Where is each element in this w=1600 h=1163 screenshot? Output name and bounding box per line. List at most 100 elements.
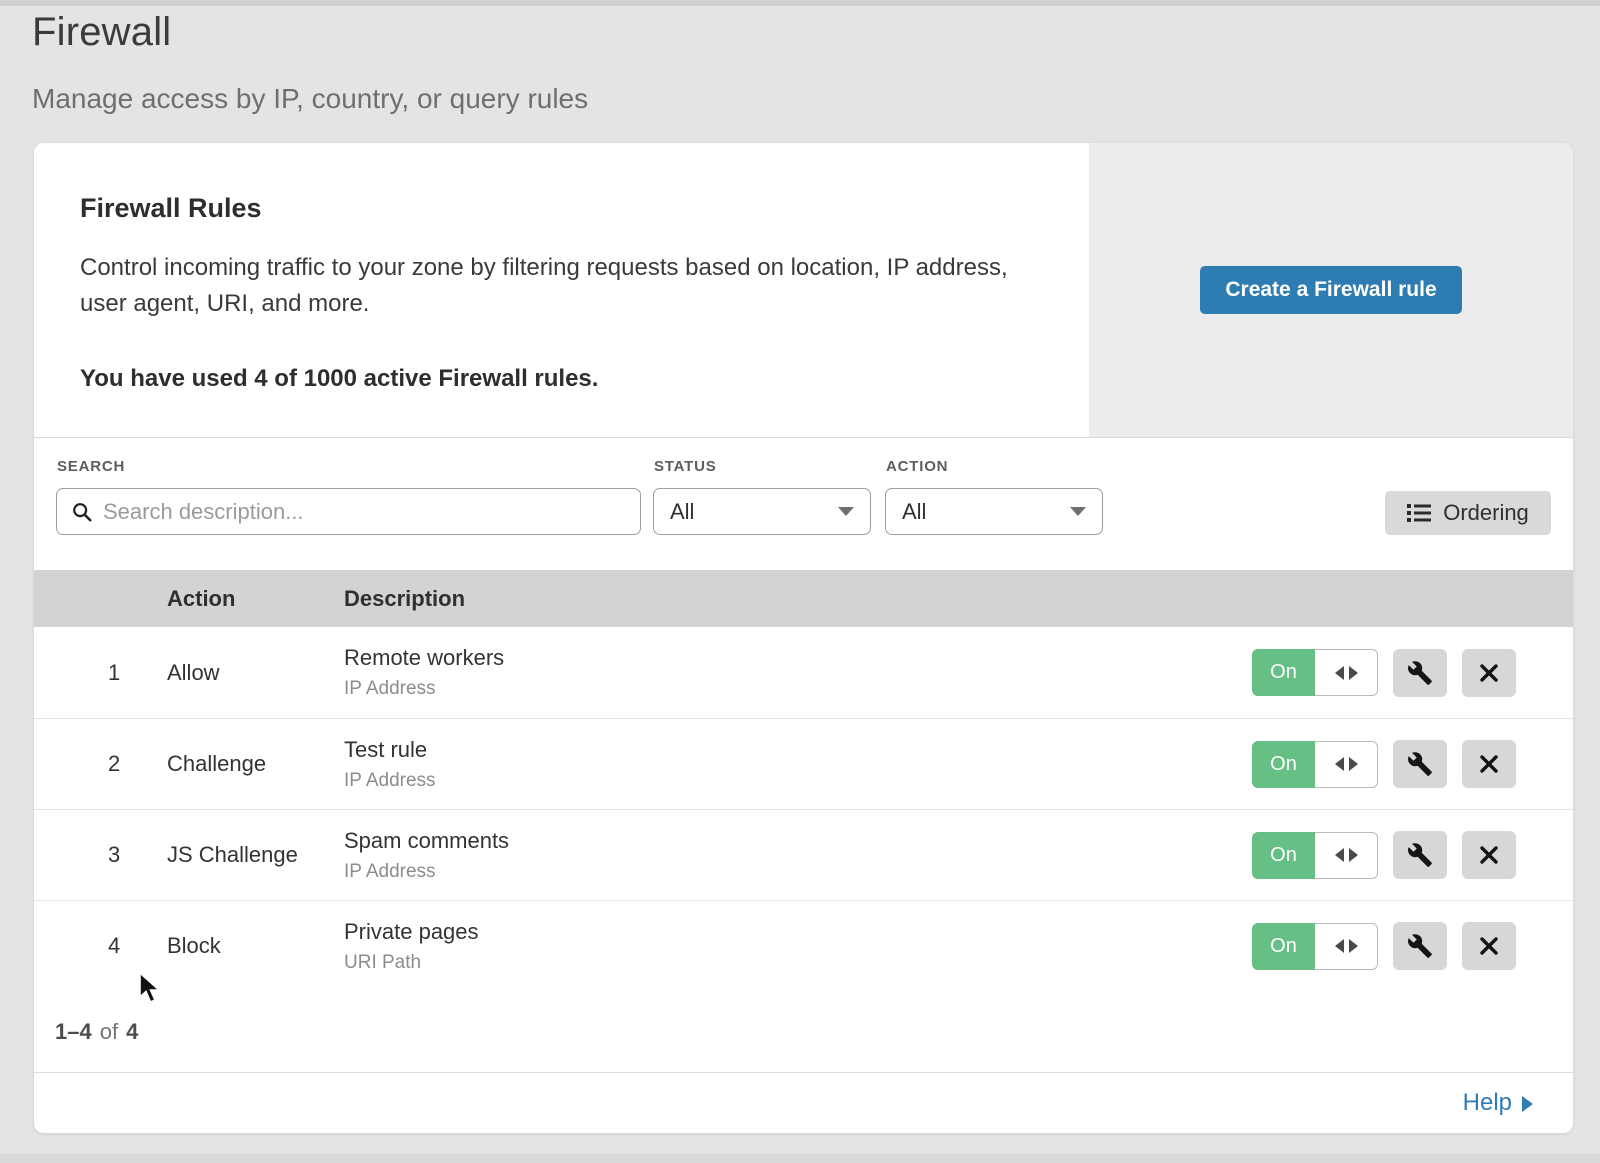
window-bottom-edge (0, 1154, 1600, 1163)
table-header: Action Description (34, 570, 1573, 627)
close-icon (1477, 843, 1501, 867)
rule-controls: On (1252, 740, 1573, 788)
page-subtitle: Manage access by IP, country, or query r… (32, 83, 588, 115)
wrench-icon (1407, 933, 1433, 959)
arrow-right-icon (1349, 757, 1358, 771)
card-footer: Help (34, 1072, 1573, 1132)
firewall-rules-card: Firewall Rules Control incoming traffic … (34, 143, 1573, 1133)
rule-description: Spam comments (344, 828, 1252, 854)
rule-action: Allow (167, 660, 344, 686)
toggle-arrows-icon[interactable] (1315, 649, 1378, 696)
page-header: Firewall Manage access by IP, country, o… (32, 10, 588, 115)
table-row: 4 Block Private pages URI Path On (34, 900, 1573, 991)
arrow-left-icon (1335, 939, 1344, 953)
rule-enabled-toggle[interactable]: On (1252, 923, 1378, 970)
rule-action: Challenge (167, 751, 344, 777)
edit-rule-button[interactable] (1393, 831, 1447, 879)
arrow-left-icon (1335, 848, 1344, 862)
toggle-on-label: On (1252, 832, 1315, 879)
close-icon (1477, 934, 1501, 958)
search-icon (71, 501, 93, 523)
rule-match-type: IP Address (344, 861, 1252, 883)
wrench-icon (1407, 751, 1433, 777)
action-label: ACTION (886, 458, 1103, 475)
description-column-header: Description (344, 586, 1573, 612)
rule-match-type: IP Address (344, 678, 1252, 700)
rule-enabled-toggle[interactable]: On (1252, 832, 1378, 879)
ordering-button-label: Ordering (1443, 500, 1529, 526)
table-row: 3 JS Challenge Spam comments IP Address … (34, 809, 1573, 900)
toggle-arrows-icon[interactable] (1315, 741, 1378, 788)
rule-description-cell: Test rule IP Address (344, 737, 1252, 792)
toggle-on-label: On (1252, 741, 1315, 788)
intro-description: Control incoming traffic to your zone by… (80, 250, 1019, 323)
rule-priority: 3 (34, 842, 167, 868)
rule-action: JS Challenge (167, 842, 344, 868)
table-row: 1 Allow Remote workers IP Address On (34, 627, 1573, 718)
status-selected-value: All (670, 499, 694, 525)
toggle-arrows-icon[interactable] (1315, 832, 1378, 879)
close-icon (1477, 752, 1501, 776)
close-icon (1477, 661, 1501, 685)
action-selected-value: All (902, 499, 926, 525)
wrench-icon (1407, 660, 1433, 686)
status-select[interactable]: All (653, 488, 871, 535)
delete-rule-button[interactable] (1462, 922, 1516, 970)
list-icon (1407, 503, 1431, 523)
intro-text-panel: Firewall Rules Control incoming traffic … (34, 143, 1089, 437)
search-box[interactable] (56, 488, 641, 535)
pagination-total: 4 (126, 1019, 138, 1045)
ordering-button[interactable]: Ordering (1385, 491, 1551, 535)
create-firewall-rule-button[interactable]: Create a Firewall rule (1200, 266, 1461, 314)
rule-controls: On (1252, 831, 1573, 879)
action-filter-group: ACTION All (885, 458, 1103, 535)
chevron-down-icon (1070, 507, 1086, 516)
rule-priority: 2 (34, 751, 167, 777)
arrow-right-icon (1349, 848, 1358, 862)
pagination-of: of (100, 1019, 118, 1045)
search-label: SEARCH (57, 458, 641, 475)
delete-rule-button[interactable] (1462, 649, 1516, 697)
edit-rule-button[interactable] (1393, 922, 1447, 970)
rule-controls: On (1252, 922, 1573, 970)
rule-match-type: URI Path (344, 952, 1252, 974)
rule-description-cell: Spam comments IP Address (344, 828, 1252, 883)
intro-heading: Firewall Rules (80, 193, 1019, 224)
arrow-right-icon (1349, 666, 1358, 680)
rules-usage-summary: You have used 4 of 1000 active Firewall … (80, 365, 1019, 393)
rule-description-cell: Remote workers IP Address (344, 645, 1252, 700)
rules-list: 1 Allow Remote workers IP Address On (34, 627, 1573, 991)
rule-description: Test rule (344, 737, 1252, 763)
action-select[interactable]: All (885, 488, 1103, 535)
edit-rule-button[interactable] (1393, 649, 1447, 697)
rule-priority: 1 (34, 660, 167, 686)
edit-rule-button[interactable] (1393, 740, 1447, 788)
rule-priority: 4 (34, 933, 167, 959)
card-intro: Firewall Rules Control incoming traffic … (34, 143, 1573, 437)
help-link-label: Help (1463, 1089, 1512, 1117)
search-filter-group: SEARCH (56, 458, 641, 535)
wrench-icon (1407, 842, 1433, 868)
arrow-right-icon (1522, 1096, 1533, 1112)
page-title: Firewall (32, 10, 588, 55)
delete-rule-button[interactable] (1462, 831, 1516, 879)
toggle-on-label: On (1252, 923, 1315, 970)
arrow-right-icon (1349, 939, 1358, 953)
table-row: 2 Challenge Test rule IP Address On (34, 718, 1573, 809)
rule-match-type: IP Address (344, 770, 1252, 792)
arrow-left-icon (1335, 666, 1344, 680)
rule-enabled-toggle[interactable]: On (1252, 649, 1378, 696)
status-filter-group: STATUS All (653, 458, 871, 535)
search-input[interactable] (103, 499, 626, 525)
rule-description: Remote workers (344, 645, 1252, 671)
pagination-range: 1–4 (55, 1019, 92, 1045)
delete-rule-button[interactable] (1462, 740, 1516, 788)
intro-action-panel: Create a Firewall rule (1089, 143, 1573, 437)
arrow-left-icon (1335, 757, 1344, 771)
rule-action: Block (167, 933, 344, 959)
help-link[interactable]: Help (1463, 1089, 1533, 1117)
action-column-header: Action (167, 586, 344, 612)
pagination: 1–4 of 4 (34, 991, 1573, 1072)
rule-enabled-toggle[interactable]: On (1252, 741, 1378, 788)
toggle-arrows-icon[interactable] (1315, 923, 1378, 970)
